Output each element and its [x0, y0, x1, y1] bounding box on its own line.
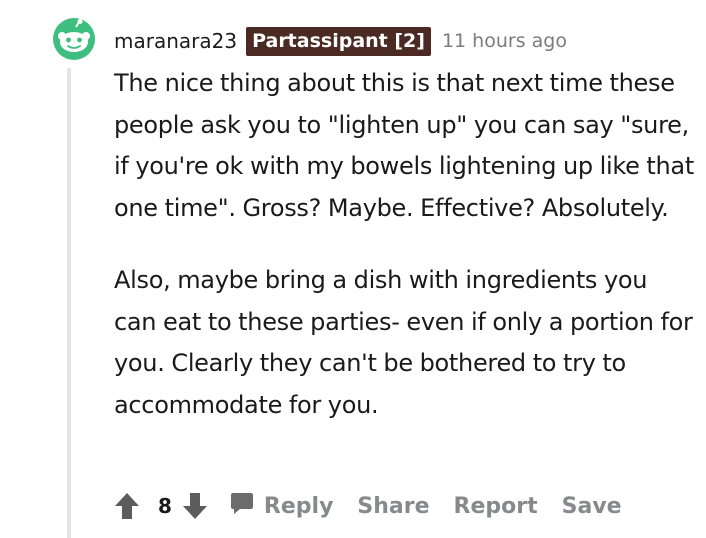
comment-header: maranara23 Partassipant [2] 11 hours ago — [114, 24, 567, 58]
comment-bubble-icon — [230, 491, 254, 521]
reply-label: Reply — [263, 493, 334, 519]
downvote-arrow-icon[interactable] — [182, 492, 208, 520]
comment-action-bar: 8 Reply Share Report Save — [114, 488, 622, 524]
comment-timestamp[interactable]: 11 hours ago — [442, 30, 567, 52]
report-button[interactable]: Report — [454, 494, 538, 519]
user-flair-badge: Partassipant [2] — [246, 26, 431, 56]
upvote-arrow-icon[interactable] — [114, 492, 140, 520]
username-link[interactable]: maranara23 — [114, 29, 237, 53]
save-button[interactable]: Save — [562, 494, 622, 519]
vote-count: 8 — [158, 494, 172, 518]
reply-button[interactable]: Reply — [230, 491, 334, 521]
thread-line[interactable] — [67, 68, 71, 538]
comment-paragraph: Also, maybe bring a dish with ingredient… — [114, 266, 693, 419]
comment-body: The nice thing about this is that next t… — [114, 63, 694, 426]
comment-paragraph: The nice thing about this is that next t… — [114, 69, 694, 222]
snoo-avatar-icon[interactable] — [52, 17, 96, 61]
share-button[interactable]: Share — [357, 494, 429, 519]
